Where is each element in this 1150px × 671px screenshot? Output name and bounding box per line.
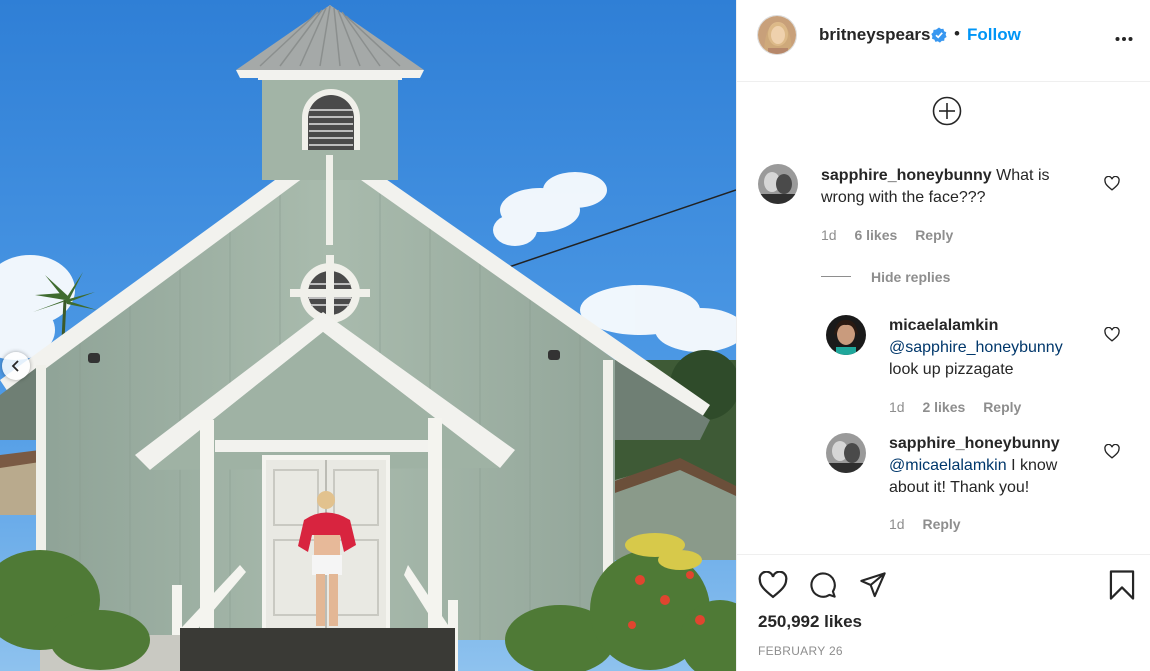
comment-icon[interactable]: [808, 571, 838, 599]
previous-photo-button[interactable]: [2, 352, 30, 380]
reply-mention[interactable]: @micaelalamkin: [889, 457, 1007, 474]
comment-likes[interactable]: 6 likes: [854, 227, 897, 243]
author-username[interactable]: britneyspears: [819, 25, 931, 45]
hide-replies-button[interactable]: Hide replies: [871, 269, 950, 285]
heart-icon[interactable]: [1104, 444, 1120, 459]
chevron-left-icon: [11, 360, 19, 372]
replier-avatar[interactable]: [826, 433, 866, 473]
reply-likes[interactable]: 2 likes: [922, 399, 965, 415]
reply-button[interactable]: Reply: [983, 399, 1021, 415]
likes-count[interactable]: 250,992 likes: [758, 612, 862, 632]
author-avatar[interactable]: [757, 15, 797, 55]
more-options-icon[interactable]: [1115, 36, 1133, 42]
post-date[interactable]: FEBRUARY 26: [758, 644, 843, 658]
post-photo: [0, 0, 736, 671]
reply-item: sapphire_honeybunny @micaelalamkin I kno…: [737, 430, 1150, 540]
reply-age: 1d: [889, 516, 905, 532]
reply-button[interactable]: Reply: [915, 227, 953, 243]
paper-plane-icon[interactable]: [858, 571, 888, 599]
comment-item: sapphire_honeybunny What is wrong with t…: [737, 160, 1150, 250]
reply-mention[interactable]: @sapphire_honeybunny: [889, 339, 1063, 356]
comment-username[interactable]: sapphire_honeybunny: [821, 167, 992, 184]
church-photo: [0, 0, 736, 671]
commenter-avatar[interactable]: [758, 164, 798, 204]
reply-username[interactable]: sapphire_honeybunny: [889, 435, 1060, 452]
hide-replies-line: [821, 276, 851, 277]
follow-button[interactable]: Follow: [967, 25, 1021, 45]
heart-icon[interactable]: [1104, 327, 1120, 342]
reply-item: micaelalamkin @sapphire_honeybunny look …: [737, 312, 1150, 422]
verified-badge-icon: [931, 27, 947, 43]
replier-avatar[interactable]: [826, 315, 866, 355]
reply-age: 1d: [889, 399, 905, 415]
load-more-comments-icon[interactable]: [932, 96, 962, 126]
heart-icon[interactable]: [758, 571, 788, 599]
reply-username[interactable]: micaelalamkin: [889, 317, 998, 334]
reply-text: look up pizzagate: [889, 361, 1014, 378]
heart-icon[interactable]: [1104, 176, 1120, 191]
reply-button[interactable]: Reply: [922, 516, 960, 532]
header-separator: •: [954, 24, 960, 43]
post-header: britneyspears • Follow: [737, 0, 1150, 82]
post-side-panel: britneyspears • Follow sapphire_honeybun…: [736, 0, 1150, 671]
bookmark-icon[interactable]: [1108, 569, 1136, 601]
comment-age: 1d: [821, 227, 837, 243]
